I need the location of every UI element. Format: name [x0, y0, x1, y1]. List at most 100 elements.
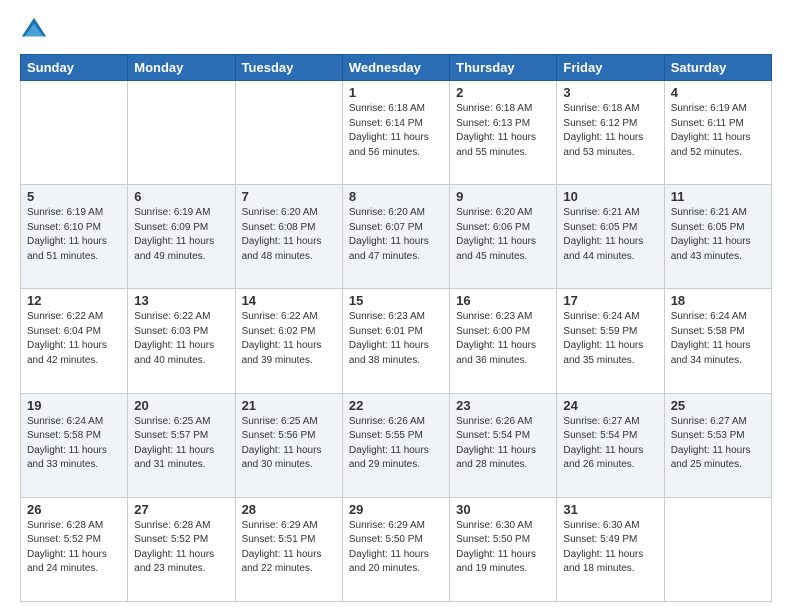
- cell-info: Sunrise: 6:24 AM Sunset: 5:58 PM Dayligh…: [27, 415, 121, 473]
- cell-4-6: [664, 497, 771, 601]
- day-number: 29: [349, 502, 443, 517]
- day-number: 18: [671, 293, 765, 308]
- day-number: 21: [242, 398, 336, 413]
- cell-2-5: 17Sunrise: 6:24 AM Sunset: 5:59 PM Dayli…: [557, 289, 664, 393]
- cell-info: Sunrise: 6:29 AM Sunset: 5:51 PM Dayligh…: [242, 519, 336, 577]
- cell-2-3: 15 Sunrise: 6:23 AM Sunset: 6:01 PM Dayli…: [342, 289, 449, 393]
- day-number: 28: [242, 502, 336, 517]
- day-number: 20: [134, 398, 228, 413]
- cell-4-5: 31Sunrise: 6:30 AM Sunset: 5:49 PM Dayli…: [557, 497, 664, 601]
- cell-info: Sunrise: 6:18 AM Sunset: 6:13 PM Dayligh…: [456, 102, 550, 160]
- cell-3-4: 23 Sunrise: 6:26 AM Sunset: 5:54 PM Dayli…: [450, 393, 557, 497]
- cell-info: Sunrise: 6:26 AM Sunset: 5:54 PM Dayligh…: [456, 415, 550, 473]
- day-number: 30: [456, 502, 550, 517]
- cell-info: Sunrise: 6:22 AM Sunset: 6:02 PM Dayligh…: [242, 310, 336, 368]
- day-number: 4: [671, 85, 765, 100]
- logo-icon: [20, 16, 48, 44]
- cell-4-1: 27Sunrise: 6:28 AM Sunset: 5:52 PM Dayli…: [128, 497, 235, 601]
- cell-1-4: 9 Sunrise: 6:20 AM Sunset: 6:06 PM Daylig…: [450, 185, 557, 289]
- cell-info: Sunrise: 6:22 AM Sunset: 6:03 PM Dayligh…: [134, 310, 228, 368]
- cell-info: Sunrise: 6:28 AM Sunset: 5:52 PM Dayligh…: [134, 519, 228, 577]
- cell-info: Sunrise: 6:18 AM Sunset: 6:12 PM Dayligh…: [563, 102, 657, 160]
- header-monday: Monday: [128, 55, 235, 81]
- day-number: 8: [349, 189, 443, 204]
- day-number: 19: [27, 398, 121, 413]
- day-number: 5: [27, 189, 121, 204]
- cell-0-5: 3Sunrise: 6:18 AM Sunset: 6:12 PM Daylig…: [557, 81, 664, 185]
- week-row-1: 5 Sunrise: 6:19 AM Sunset: 6:10 PM Daylig…: [21, 185, 772, 289]
- header-tuesday: Tuesday: [235, 55, 342, 81]
- cell-info: Sunrise: 6:23 AM Sunset: 6:01 PM Dayligh…: [349, 310, 443, 368]
- cell-0-6: 4 Sunrise: 6:19 AM Sunset: 6:11 PM Daylig…: [664, 81, 771, 185]
- logo: [20, 16, 52, 44]
- cell-info: Sunrise: 6:18 AM Sunset: 6:14 PM Dayligh…: [349, 102, 443, 160]
- header-thursday: Thursday: [450, 55, 557, 81]
- header-friday: Friday: [557, 55, 664, 81]
- cell-info: Sunrise: 6:19 AM Sunset: 6:09 PM Dayligh…: [134, 206, 228, 264]
- cell-3-5: 24Sunrise: 6:27 AM Sunset: 5:54 PM Dayli…: [557, 393, 664, 497]
- cell-info: Sunrise: 6:25 AM Sunset: 5:57 PM Dayligh…: [134, 415, 228, 473]
- week-row-3: 19 Sunrise: 6:24 AM Sunset: 5:58 PM Dayli…: [21, 393, 772, 497]
- header-sunday: Sunday: [21, 55, 128, 81]
- day-number: 16: [456, 293, 550, 308]
- cell-info: Sunrise: 6:21 AM Sunset: 6:05 PM Dayligh…: [563, 206, 657, 264]
- cell-1-3: 8Sunrise: 6:20 AM Sunset: 6:07 PM Daylig…: [342, 185, 449, 289]
- cell-info: Sunrise: 6:21 AM Sunset: 6:05 PM Dayligh…: [671, 206, 765, 264]
- day-number: 10: [563, 189, 657, 204]
- cell-info: Sunrise: 6:20 AM Sunset: 6:06 PM Dayligh…: [456, 206, 550, 264]
- cell-info: Sunrise: 6:20 AM Sunset: 6:08 PM Dayligh…: [242, 206, 336, 264]
- cell-1-6: 11 Sunrise: 6:21 AM Sunset: 6:05 PM Dayli…: [664, 185, 771, 289]
- day-number: 26: [27, 502, 121, 517]
- cell-3-2: 21 Sunrise: 6:25 AM Sunset: 5:56 PM Dayli…: [235, 393, 342, 497]
- cell-2-2: 14 Sunrise: 6:22 AM Sunset: 6:02 PM Dayli…: [235, 289, 342, 393]
- week-row-2: 12 Sunrise: 6:22 AM Sunset: 6:04 PM Dayli…: [21, 289, 772, 393]
- day-number: 31: [563, 502, 657, 517]
- day-number: 6: [134, 189, 228, 204]
- day-number: 13: [134, 293, 228, 308]
- cell-info: Sunrise: 6:24 AM Sunset: 5:59 PM Dayligh…: [563, 310, 657, 368]
- cell-0-1: [128, 81, 235, 185]
- day-number: 23: [456, 398, 550, 413]
- cell-info: Sunrise: 6:29 AM Sunset: 5:50 PM Dayligh…: [349, 519, 443, 577]
- cell-info: Sunrise: 6:19 AM Sunset: 6:11 PM Dayligh…: [671, 102, 765, 160]
- day-number: 12: [27, 293, 121, 308]
- cell-info: Sunrise: 6:27 AM Sunset: 5:53 PM Dayligh…: [671, 415, 765, 473]
- cell-2-6: 18 Sunrise: 6:24 AM Sunset: 5:58 PM Dayli…: [664, 289, 771, 393]
- cell-info: Sunrise: 6:26 AM Sunset: 5:55 PM Dayligh…: [349, 415, 443, 473]
- week-row-4: 26 Sunrise: 6:28 AM Sunset: 5:52 PM Dayli…: [21, 497, 772, 601]
- cell-3-1: 20 Sunrise: 6:25 AM Sunset: 5:57 PM Dayli…: [128, 393, 235, 497]
- cell-info: Sunrise: 6:25 AM Sunset: 5:56 PM Dayligh…: [242, 415, 336, 473]
- calendar-header-row: SundayMondayTuesdayWednesdayThursdayFrid…: [21, 55, 772, 81]
- cell-2-1: 13 Sunrise: 6:22 AM Sunset: 6:03 PM Dayli…: [128, 289, 235, 393]
- cell-0-0: [21, 81, 128, 185]
- cell-info: Sunrise: 6:22 AM Sunset: 6:04 PM Dayligh…: [27, 310, 121, 368]
- cell-4-3: 29 Sunrise: 6:29 AM Sunset: 5:50 PM Dayli…: [342, 497, 449, 601]
- cell-3-6: 25 Sunrise: 6:27 AM Sunset: 5:53 PM Dayli…: [664, 393, 771, 497]
- day-number: 7: [242, 189, 336, 204]
- cell-2-0: 12 Sunrise: 6:22 AM Sunset: 6:04 PM Dayli…: [21, 289, 128, 393]
- week-row-0: 1 Sunrise: 6:18 AM Sunset: 6:14 PM Daylig…: [21, 81, 772, 185]
- day-number: 14: [242, 293, 336, 308]
- day-number: 15: [349, 293, 443, 308]
- cell-1-0: 5 Sunrise: 6:19 AM Sunset: 6:10 PM Daylig…: [21, 185, 128, 289]
- header: [20, 16, 772, 44]
- cell-info: Sunrise: 6:19 AM Sunset: 6:10 PM Dayligh…: [27, 206, 121, 264]
- day-number: 24: [563, 398, 657, 413]
- cell-info: Sunrise: 6:30 AM Sunset: 5:50 PM Dayligh…: [456, 519, 550, 577]
- cell-info: Sunrise: 6:28 AM Sunset: 5:52 PM Dayligh…: [27, 519, 121, 577]
- cell-0-3: 1 Sunrise: 6:18 AM Sunset: 6:14 PM Daylig…: [342, 81, 449, 185]
- day-number: 25: [671, 398, 765, 413]
- day-number: 11: [671, 189, 765, 204]
- day-number: 1: [349, 85, 443, 100]
- cell-0-4: 2 Sunrise: 6:18 AM Sunset: 6:13 PM Daylig…: [450, 81, 557, 185]
- header-wednesday: Wednesday: [342, 55, 449, 81]
- calendar-table: SundayMondayTuesdayWednesdayThursdayFrid…: [20, 54, 772, 602]
- day-number: 2: [456, 85, 550, 100]
- cell-4-2: 28 Sunrise: 6:29 AM Sunset: 5:51 PM Dayli…: [235, 497, 342, 601]
- cell-1-2: 7 Sunrise: 6:20 AM Sunset: 6:08 PM Daylig…: [235, 185, 342, 289]
- day-number: 22: [349, 398, 443, 413]
- day-number: 9: [456, 189, 550, 204]
- cell-1-1: 6 Sunrise: 6:19 AM Sunset: 6:09 PM Daylig…: [128, 185, 235, 289]
- cell-1-5: 10 Sunrise: 6:21 AM Sunset: 6:05 PM Dayli…: [557, 185, 664, 289]
- cell-info: Sunrise: 6:24 AM Sunset: 5:58 PM Dayligh…: [671, 310, 765, 368]
